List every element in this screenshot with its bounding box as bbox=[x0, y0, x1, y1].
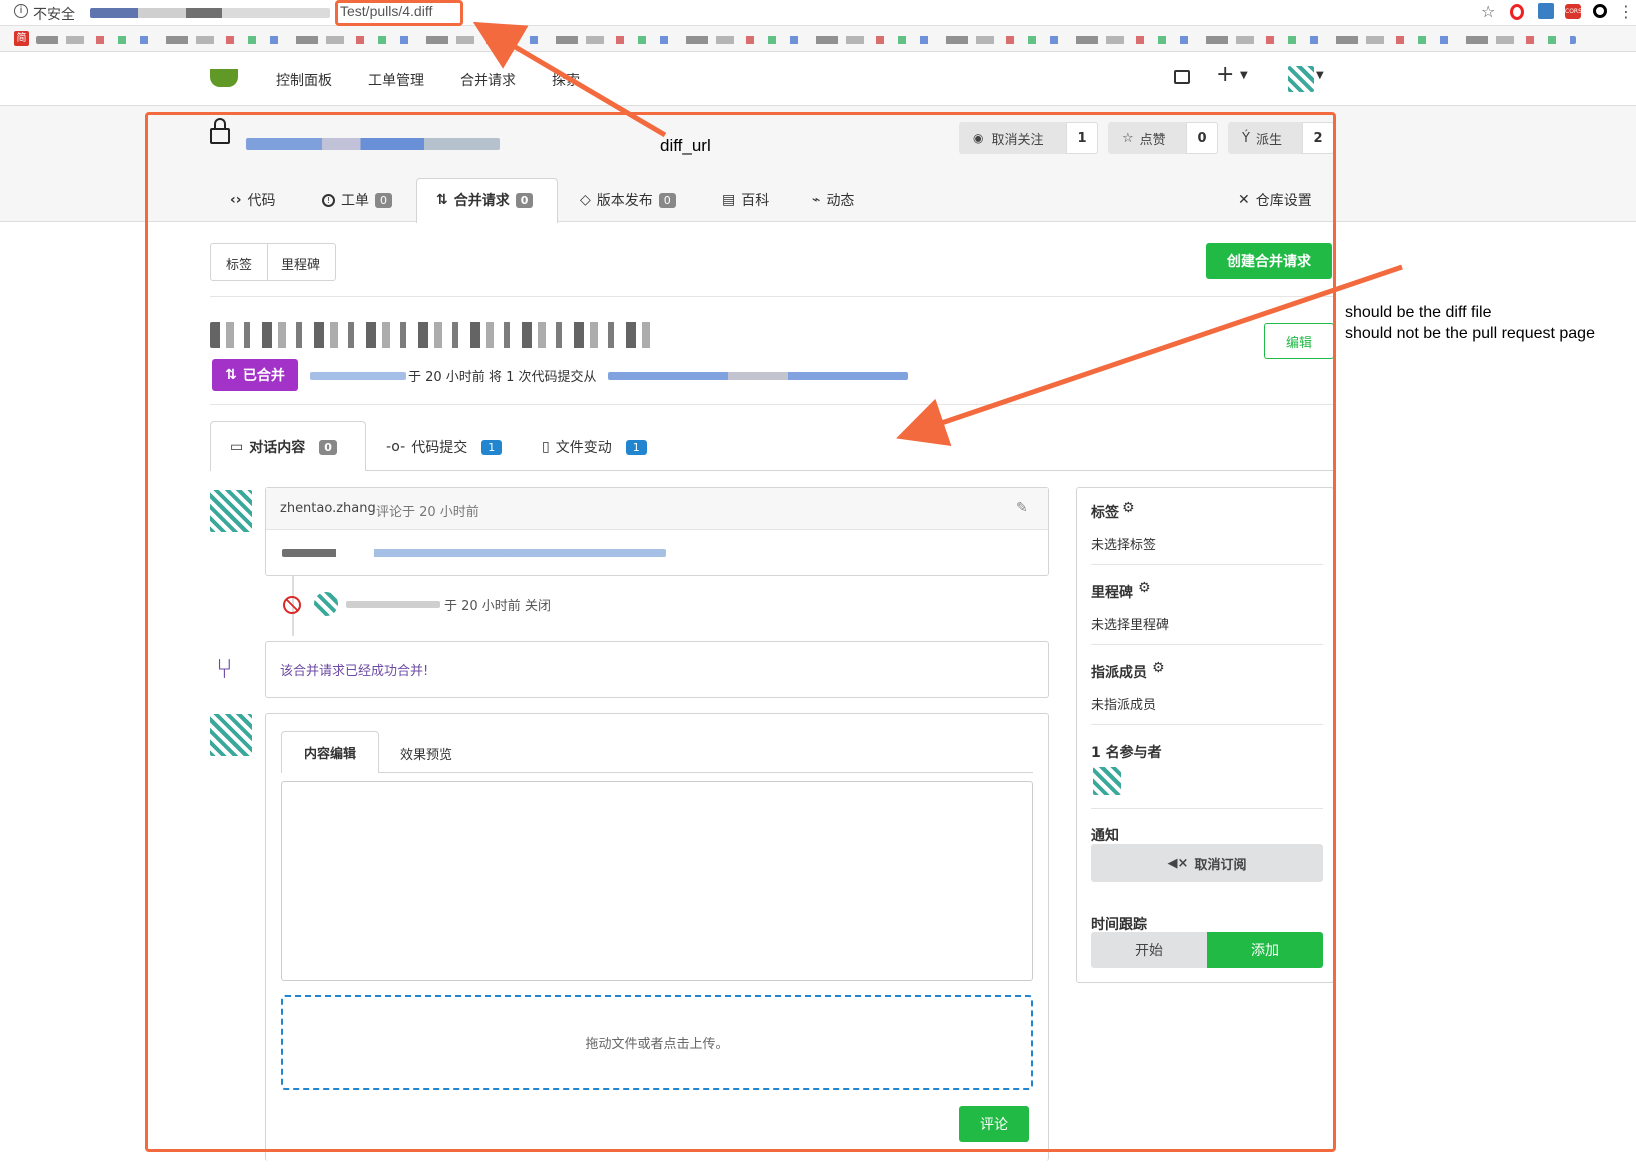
annotation-diff-url: diff_url bbox=[660, 136, 711, 155]
annotation-arrow-tabs bbox=[896, 264, 1403, 447]
annotation-note-line2: should not be the pull request page bbox=[1345, 325, 1595, 342]
annotation-arrows bbox=[472, 21, 1403, 447]
annotation-note-line1: should be the diff file bbox=[1345, 304, 1492, 321]
annotation-arrow-url bbox=[472, 21, 667, 138]
